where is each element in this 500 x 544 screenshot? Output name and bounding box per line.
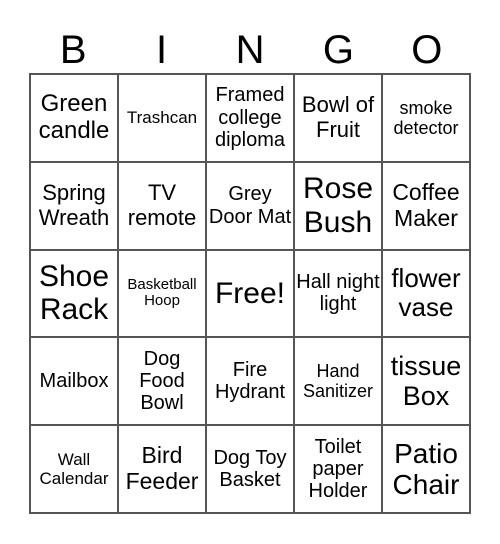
bingo-header: B I N G O bbox=[29, 28, 471, 73]
bingo-cell[interactable]: Patio Chair bbox=[382, 425, 470, 513]
bingo-cell[interactable]: tissue Box bbox=[382, 337, 470, 426]
bingo-cell[interactable]: Basketball Hoop bbox=[118, 249, 206, 338]
header-letter-i: I bbox=[156, 28, 168, 72]
bingo-cell[interactable]: Framed college diploma bbox=[206, 74, 294, 162]
bingo-cell[interactable]: Spring Wreath bbox=[30, 161, 118, 250]
bingo-cell[interactable]: Bowl of Fruit bbox=[294, 74, 382, 162]
bingo-cell[interactable]: Dog Toy Basket bbox=[206, 425, 294, 513]
header-letter-b: B bbox=[59, 28, 87, 72]
bingo-cell[interactable]: Mailbox bbox=[30, 337, 118, 426]
free-space-cell[interactable]: Free! bbox=[206, 249, 294, 338]
bingo-cell[interactable]: Bird Feeder bbox=[118, 425, 206, 513]
bingo-cell[interactable]: smoke detector bbox=[382, 74, 470, 162]
bingo-cell[interactable]: Hall night light bbox=[294, 249, 382, 338]
bingo-cell[interactable]: Hand Sanitizer bbox=[294, 337, 382, 426]
bingo-cell[interactable]: Dog Food Bowl bbox=[118, 337, 206, 426]
bingo-cell[interactable]: Coffee Maker bbox=[382, 161, 470, 250]
bingo-cell[interactable]: Shoe Rack bbox=[30, 249, 118, 338]
bingo-grid: Green candle Trashcan Framed college diplo… bbox=[29, 73, 471, 514]
bingo-cell[interactable]: Rose Bush bbox=[294, 161, 382, 250]
bingo-cell[interactable]: Toilet paper Holder bbox=[294, 425, 382, 513]
bingo-cell[interactable]: Wall Calendar bbox=[30, 425, 118, 513]
header-letter-g: G bbox=[322, 28, 354, 72]
bingo-cell[interactable]: flower vase bbox=[382, 249, 470, 338]
bingo-cell[interactable]: Green candle bbox=[30, 74, 118, 162]
bingo-cell[interactable]: Grey Door Mat bbox=[206, 161, 294, 250]
bingo-cell[interactable]: TV remote bbox=[118, 161, 206, 250]
header-letter-n: N bbox=[235, 28, 265, 72]
header-letter-o: O bbox=[411, 28, 443, 72]
bingo-cell[interactable]: Trashcan bbox=[118, 74, 206, 162]
bingo-cell[interactable]: Fire Hydrant bbox=[206, 337, 294, 426]
